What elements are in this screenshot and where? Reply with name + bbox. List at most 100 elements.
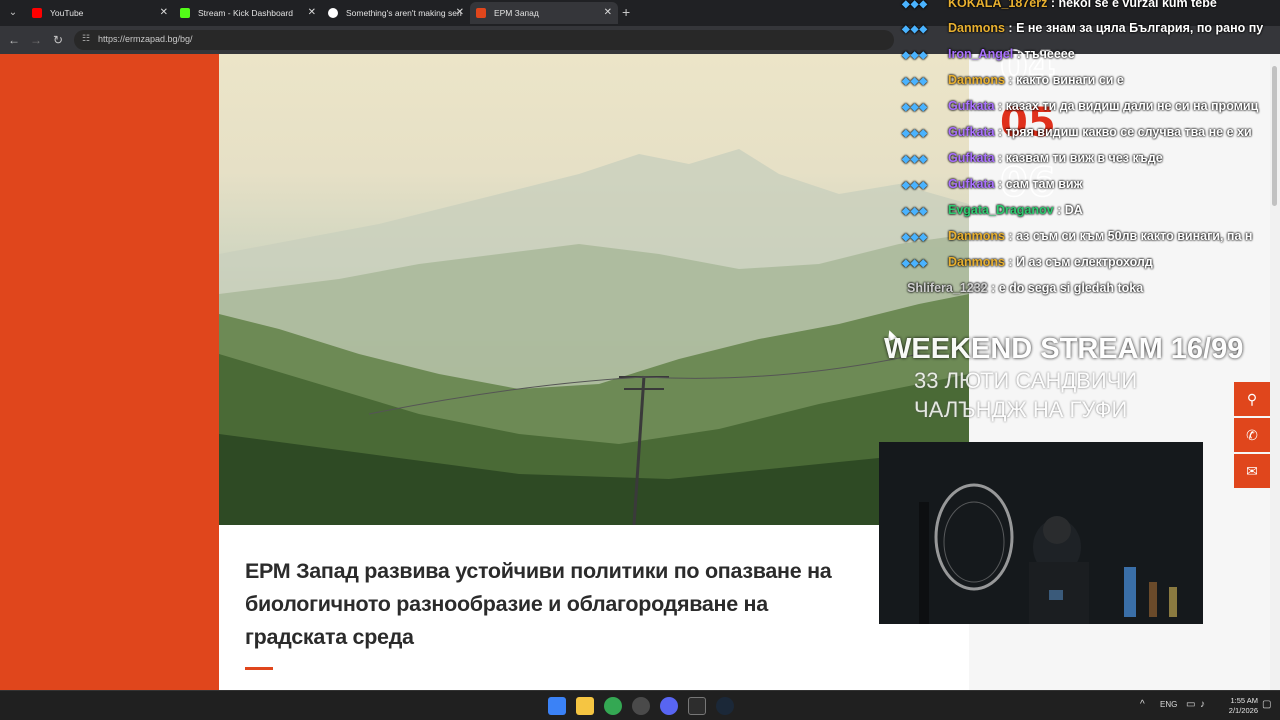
address-bar[interactable]: ☷ https://ermzapad.bg/bg/ xyxy=(74,30,894,50)
map-pin-icon: ⚲ xyxy=(1246,391,1258,407)
chat-username: Gufkata xyxy=(948,151,995,165)
tab-kick-dashboard[interactable]: Stream - Kick Dashboard ✕ xyxy=(174,2,322,24)
chat-text: И аз съм електрохолд xyxy=(1016,255,1153,269)
obs-icon[interactable] xyxy=(632,697,650,715)
streamer-camera-image xyxy=(879,442,1203,624)
chat-text: Е не знам за цяла България, по рано пу xyxy=(1016,21,1264,35)
location-button[interactable]: ⚲ xyxy=(1234,382,1270,416)
erm-favicon-icon xyxy=(476,8,486,18)
clock-date: 2/1/2026 xyxy=(1228,706,1258,715)
chat-message: ◆◆◆ Gufkata : казвам ти виж в чез къде xyxy=(902,151,1163,171)
chat-separator: : xyxy=(1053,203,1065,217)
tab-youtube[interactable]: YouTube ✕ xyxy=(26,2,174,24)
youtube-favicon-icon xyxy=(32,8,42,18)
chat-badges-icon: ◆◆◆ xyxy=(902,180,929,191)
reload-icon[interactable]: ↻ xyxy=(50,32,66,48)
chat-message: ◆◆◆ Gufkata : казах ти да видиш дали не с… xyxy=(902,99,1258,119)
chrome-icon[interactable] xyxy=(604,697,622,715)
chat-text: казвам ти виж в чез къде xyxy=(1005,151,1163,165)
envelope-icon: ✉ xyxy=(1246,463,1258,479)
discord-icon[interactable] xyxy=(660,697,678,715)
clock-time: 1:55 AM xyxy=(1230,696,1258,705)
close-tab-icon[interactable]: ✕ xyxy=(160,2,168,24)
volume-icon[interactable]: ♪ xyxy=(1200,699,1205,710)
chat-username: Gufkata xyxy=(948,177,995,191)
notification-icon[interactable]: ▢ xyxy=(1262,699,1271,710)
scrollbar-thumb[interactable] xyxy=(1272,66,1277,206)
chat-text: DA xyxy=(1064,203,1083,217)
chat-badges-icon: ◆◆◆ xyxy=(902,258,929,269)
tab-label: YouTube xyxy=(50,8,84,18)
chat-message: ◆◆◆ Gufkata : тряя видиш какво се случва … xyxy=(902,125,1252,145)
chat-message: ◆◆◆ Gufkata : сам там виж xyxy=(902,177,1082,197)
tab-label: ЕРМ Запад xyxy=(494,8,539,18)
chat-message: ◆◆◆ Danmons : И аз съм електрохолд xyxy=(902,255,1153,275)
chat-badges-icon: ◆◆◆ xyxy=(902,128,929,139)
mountain-landscape-image xyxy=(219,149,969,525)
chat-separator: : xyxy=(1004,21,1017,35)
article-headline[interactable]: ЕРМ Запад развива устойчиви политики по … xyxy=(245,555,845,654)
phone-icon: ✆ xyxy=(1246,427,1258,443)
site-info-icon[interactable]: ☷ xyxy=(82,33,90,44)
chat-message: ◆◆◆ Iron_Angel : тъчееее xyxy=(902,47,1075,67)
email-button[interactable]: ✉ xyxy=(1234,454,1270,488)
system-clock[interactable]: 1:55 AM 2/1/2026 xyxy=(1220,696,1258,716)
windows-taskbar: ^ ENG ▭ ♪ 1:55 AM 2/1/2026 ▢ xyxy=(0,690,1280,720)
chat-username: Shlifera_1232 xyxy=(907,281,988,295)
network-icon[interactable]: ▭ xyxy=(1186,699,1195,710)
chat-badges-icon: ◆◆◆ xyxy=(902,24,929,35)
chat-text: тряя видиш какво се случва тва не е хи xyxy=(1005,125,1252,139)
chat-username: Iron_Angel xyxy=(948,47,1014,61)
orange-side-panel xyxy=(0,54,219,690)
chat-username: KOKALA_187erz xyxy=(948,0,1048,10)
new-tab-button[interactable]: + xyxy=(622,4,630,20)
headline-accent-line xyxy=(245,667,273,670)
tab-label: Something's aren't making sen xyxy=(346,8,462,18)
chat-username: Danmons xyxy=(948,21,1005,35)
tab-tiktok[interactable]: Something's aren't making sen ✕ xyxy=(322,2,470,24)
chat-badges-icon: ◆◆◆ xyxy=(902,50,929,61)
tray-overflow-icon[interactable]: ^ xyxy=(1140,699,1145,710)
chat-message: ◆◆◆ Evgata_Draganov : DA xyxy=(902,203,1083,223)
tiktok-favicon-icon xyxy=(328,8,338,18)
chat-message: ◆◆◆ Danmons : аз съм си към 50лв както ви… xyxy=(902,229,1252,249)
steam-icon[interactable] xyxy=(716,697,734,715)
close-tab-icon[interactable]: ✕ xyxy=(456,2,464,24)
url-text: https://ermzapad.bg/bg/ xyxy=(98,34,193,44)
start-button-icon[interactable] xyxy=(548,697,566,715)
stream-subtitle-line1: 33 ЛЮТИ САНДВИЧИ xyxy=(914,368,1138,393)
chat-text: казах ти да видиш дали не си на промиц xyxy=(1005,99,1259,113)
chat-separator: : xyxy=(994,177,1006,191)
chat-separator: : xyxy=(1013,47,1025,61)
chat-separator: : xyxy=(987,281,999,295)
chat-text: както винаги си е xyxy=(1016,73,1124,87)
page-scrollbar[interactable] xyxy=(1270,54,1280,690)
chat-badges-icon: ◆◆◆ xyxy=(902,76,929,87)
chat-message: Shlifera_1232 : e do sega si gledah toka xyxy=(907,281,1143,301)
chat-separator: : xyxy=(994,151,1006,165)
chat-text: тъчееее xyxy=(1024,47,1075,61)
chat-text: nekoi se e vurzal kum tebe xyxy=(1058,0,1217,10)
chat-separator: : xyxy=(994,125,1006,139)
tab-erm-zapad[interactable]: ЕРМ Запад ✕ xyxy=(470,2,618,24)
chat-badges-icon: ◆◆◆ xyxy=(902,232,929,243)
back-icon[interactable]: ← xyxy=(6,32,22,48)
chat-username: Gufkata xyxy=(948,125,995,139)
forward-icon[interactable]: → xyxy=(28,32,44,48)
file-explorer-icon[interactable] xyxy=(576,697,594,715)
language-indicator[interactable]: ENG xyxy=(1160,700,1177,709)
chat-text: аз съм си към 50лв както винаги, па н xyxy=(1016,229,1253,243)
chat-text: сам там виж xyxy=(1005,177,1083,191)
terminal-icon[interactable] xyxy=(688,697,706,715)
close-tab-icon[interactable]: ✕ xyxy=(308,2,316,24)
chat-message: ◆◆◆ KOKALA_187erz : nekoi se e vurzal kum… xyxy=(902,0,1217,16)
chat-badges-icon: ◆◆◆ xyxy=(902,102,929,113)
chat-badges-icon: ◆◆◆ xyxy=(902,154,929,165)
phone-button[interactable]: ✆ xyxy=(1234,418,1270,452)
kick-favicon-icon xyxy=(180,8,190,18)
chat-badges-icon: ◆◆◆ xyxy=(902,0,929,10)
chat-username: Danmons xyxy=(948,73,1005,87)
tab-search-icon[interactable]: ⌄ xyxy=(4,5,22,21)
close-tab-icon[interactable]: ✕ xyxy=(604,2,612,24)
article-card[interactable]: ЕРМ Запад развива устойчиви политики по … xyxy=(219,525,969,690)
